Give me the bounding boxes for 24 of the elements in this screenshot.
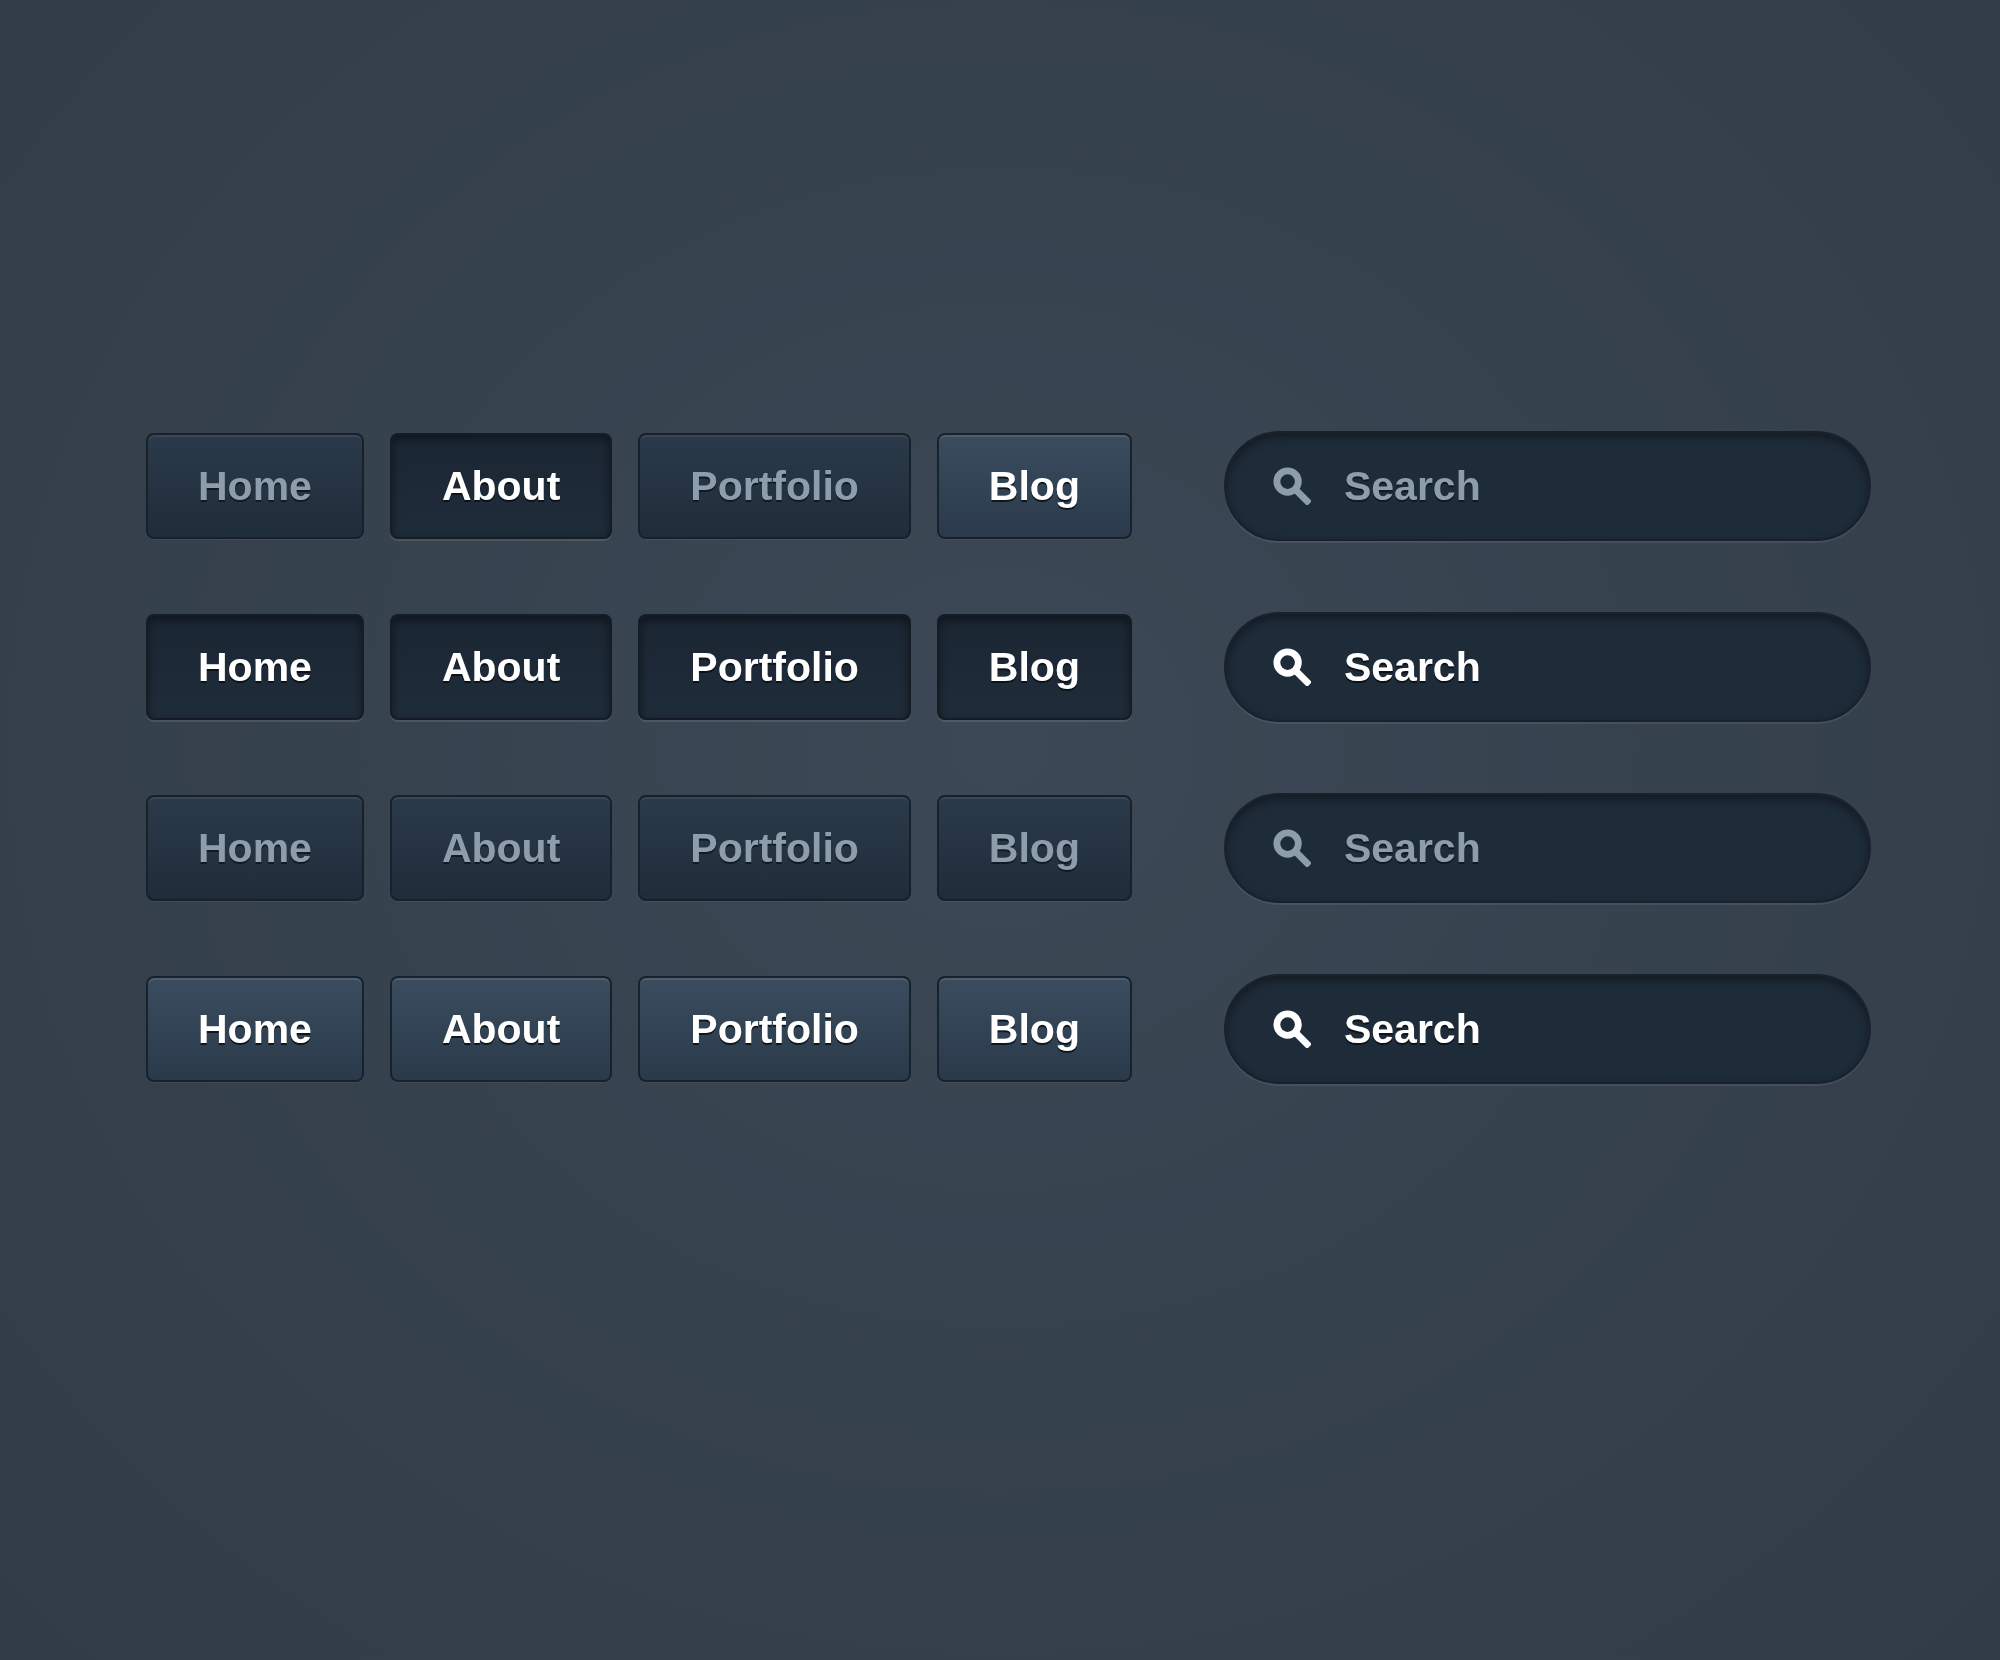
search-icon <box>1271 466 1311 505</box>
nav-button[interactable]: About <box>389 433 613 539</box>
nav-button[interactable]: Home <box>146 795 364 901</box>
nav-button[interactable]: Portfolio <box>638 976 911 1082</box>
nav-button[interactable]: Portfolio <box>638 795 911 901</box>
nav-button[interactable]: Home <box>146 976 364 1082</box>
nav-button[interactable]: Blog <box>936 795 1132 901</box>
nav-button[interactable]: About <box>389 976 613 1082</box>
nav-button[interactable]: Portfolio <box>638 433 911 539</box>
nav-button[interactable]: Home <box>146 433 364 539</box>
nav-button[interactable]: Blog <box>936 433 1132 539</box>
search-icon <box>1271 647 1311 686</box>
nav-button[interactable]: About <box>389 795 613 901</box>
nav-button[interactable]: Home <box>146 614 364 720</box>
search-field[interactable]: Search <box>1223 793 1871 903</box>
nav-button[interactable]: Blog <box>936 614 1132 720</box>
search-field[interactable]: Search <box>1223 974 1871 1084</box>
search-field[interactable]: Search <box>1223 612 1871 722</box>
nav-button[interactable]: Portfolio <box>638 614 911 720</box>
search-field[interactable]: Search <box>1223 431 1871 541</box>
search-icon <box>1271 828 1311 867</box>
search-icon <box>1271 1009 1311 1048</box>
nav-button[interactable]: Blog <box>936 976 1132 1082</box>
nav-button[interactable]: About <box>389 614 613 720</box>
